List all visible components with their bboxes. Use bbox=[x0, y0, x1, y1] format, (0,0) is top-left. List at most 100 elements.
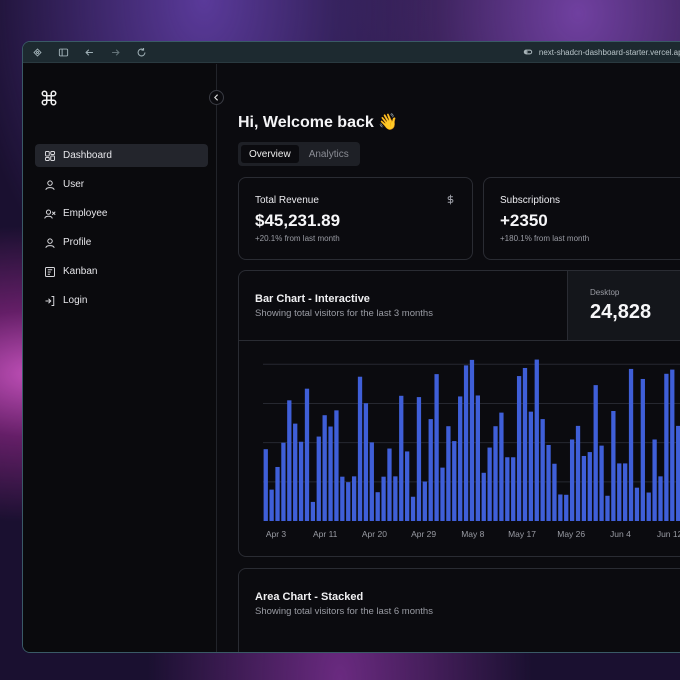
reload-icon[interactable] bbox=[135, 46, 147, 58]
chart-bar[interactable] bbox=[546, 444, 551, 521]
chart-bar[interactable] bbox=[652, 439, 657, 521]
chart-bar[interactable] bbox=[275, 466, 280, 521]
chart-bar[interactable] bbox=[634, 487, 640, 521]
chart-bar[interactable] bbox=[640, 378, 645, 521]
chart-bar[interactable] bbox=[293, 423, 298, 521]
chart-bar[interactable] bbox=[564, 494, 569, 521]
sidebar-item-kanban[interactable]: Kanban bbox=[35, 260, 208, 283]
chart-bar[interactable] bbox=[475, 395, 480, 521]
chart-bar[interactable] bbox=[263, 449, 268, 521]
chart-bar[interactable] bbox=[569, 439, 575, 521]
sidebar: Dashboard User Employee Profile Kanban L… bbox=[23, 64, 224, 652]
card-title: Total Revenue bbox=[255, 195, 319, 206]
chart-bar[interactable] bbox=[534, 359, 539, 521]
chart-bar[interactable] bbox=[287, 400, 292, 521]
chart-bar[interactable] bbox=[316, 436, 321, 521]
site-info-icon[interactable] bbox=[523, 47, 533, 57]
browser-window: next-shadcn-dashboard-starter.vercel.app… bbox=[22, 41, 680, 653]
chart-bar[interactable] bbox=[528, 411, 534, 521]
chart-bar[interactable] bbox=[440, 467, 445, 521]
chart-bar[interactable] bbox=[611, 411, 616, 521]
chart-bar[interactable] bbox=[416, 397, 422, 521]
command-logo-icon[interactable] bbox=[40, 89, 58, 107]
chart-bar[interactable] bbox=[269, 489, 274, 521]
chart-bar[interactable] bbox=[422, 481, 427, 521]
chart-bar[interactable] bbox=[357, 376, 363, 521]
chart-bar[interactable] bbox=[334, 410, 339, 521]
chart-bar[interactable] bbox=[581, 455, 587, 521]
chart-bar[interactable] bbox=[281, 442, 286, 521]
chart-bar[interactable] bbox=[410, 496, 416, 521]
forward-arrow-icon[interactable] bbox=[109, 46, 121, 58]
sidebar-item-login[interactable]: Login bbox=[35, 289, 208, 312]
extensions-icon[interactable] bbox=[31, 46, 43, 58]
chart-bar[interactable] bbox=[369, 442, 374, 521]
chart-bar[interactable] bbox=[540, 419, 545, 521]
chart-bar[interactable] bbox=[658, 476, 663, 521]
chart-bar[interactable] bbox=[340, 476, 345, 521]
sidebar-item-user[interactable]: User bbox=[35, 173, 208, 196]
chart-bar[interactable] bbox=[458, 396, 463, 521]
desktop-stat-toggle[interactable]: Desktop 24,828 bbox=[567, 271, 680, 340]
chart-bar[interactable] bbox=[670, 369, 675, 521]
chart-bar[interactable] bbox=[405, 451, 410, 521]
chart-bar[interactable] bbox=[505, 457, 510, 521]
chart-bar[interactable] bbox=[393, 476, 398, 521]
chart-bar[interactable] bbox=[446, 426, 451, 521]
chart-bar[interactable] bbox=[304, 388, 310, 521]
tab-overview[interactable]: Overview bbox=[241, 145, 299, 163]
tab-analytics[interactable]: Analytics bbox=[301, 145, 357, 163]
chart-bar[interactable] bbox=[428, 419, 433, 521]
chart-bar[interactable] bbox=[469, 359, 475, 521]
chart-bar[interactable] bbox=[522, 367, 528, 521]
chart-bar[interactable] bbox=[593, 385, 598, 521]
chart-bar[interactable] bbox=[346, 482, 351, 521]
chart-bar[interactable] bbox=[328, 426, 333, 521]
address-bar[interactable]: next-shadcn-dashboard-starter.vercel.app bbox=[523, 47, 680, 57]
chart-bar[interactable] bbox=[646, 492, 651, 521]
x-tick-label: Jun 12 bbox=[657, 529, 680, 539]
chart-bar[interactable] bbox=[463, 365, 469, 521]
sidebar-item-employee[interactable]: Employee bbox=[35, 202, 208, 225]
chart-bar[interactable] bbox=[511, 457, 516, 521]
chart-bar[interactable] bbox=[481, 472, 486, 521]
back-arrow-icon[interactable] bbox=[83, 46, 95, 58]
chart-bar[interactable] bbox=[605, 495, 610, 521]
card-subtext: +180.1% from last month bbox=[500, 234, 590, 243]
chart-bar[interactable] bbox=[387, 448, 392, 521]
chart-bar[interactable] bbox=[487, 447, 492, 521]
sidebar-item-profile[interactable]: Profile bbox=[35, 231, 208, 254]
sidebar-item-label: Dashboard bbox=[63, 150, 112, 161]
chart-bar[interactable] bbox=[676, 425, 680, 521]
chart-bar[interactable] bbox=[499, 412, 504, 521]
chart-bar[interactable] bbox=[452, 441, 457, 521]
chart-bar[interactable] bbox=[493, 426, 498, 521]
chart-bar[interactable] bbox=[434, 374, 439, 521]
chart-title: Bar Chart - Interactive bbox=[255, 293, 370, 305]
chart-bar[interactable] bbox=[558, 494, 563, 521]
chart-description: Showing total visitors for the last 6 mo… bbox=[255, 606, 433, 617]
bar-chart[interactable]: Apr 3 Apr 11 Apr 20 Apr 29 May 8 May 17 May 26… bbox=[239, 341, 680, 556]
chart-bar[interactable] bbox=[381, 476, 386, 521]
chart-bar[interactable] bbox=[552, 463, 557, 521]
chart-bar[interactable] bbox=[310, 501, 316, 521]
chart-bar[interactable] bbox=[664, 373, 669, 521]
chart-bar[interactable] bbox=[575, 425, 581, 521]
chart-bar[interactable] bbox=[363, 403, 369, 521]
chart-bar[interactable] bbox=[628, 368, 634, 521]
chart-bar[interactable] bbox=[599, 445, 604, 521]
chart-bar[interactable] bbox=[587, 452, 592, 521]
chart-bar[interactable] bbox=[623, 463, 628, 521]
sidebar-toggle-icon[interactable] bbox=[57, 46, 69, 58]
chart-bar[interactable] bbox=[351, 476, 357, 521]
chevron-left-icon bbox=[214, 94, 219, 101]
collapse-sidebar-button[interactable] bbox=[209, 90, 224, 105]
chart-bar[interactable] bbox=[516, 376, 522, 521]
chart-bar[interactable] bbox=[375, 492, 380, 521]
sidebar-item-label: User bbox=[63, 179, 85, 190]
chart-bar[interactable] bbox=[617, 463, 622, 521]
sidebar-item-dashboard[interactable]: Dashboard bbox=[35, 144, 208, 167]
chart-bar[interactable] bbox=[399, 395, 404, 521]
chart-bar[interactable] bbox=[322, 415, 327, 521]
chart-bar[interactable] bbox=[298, 441, 304, 521]
